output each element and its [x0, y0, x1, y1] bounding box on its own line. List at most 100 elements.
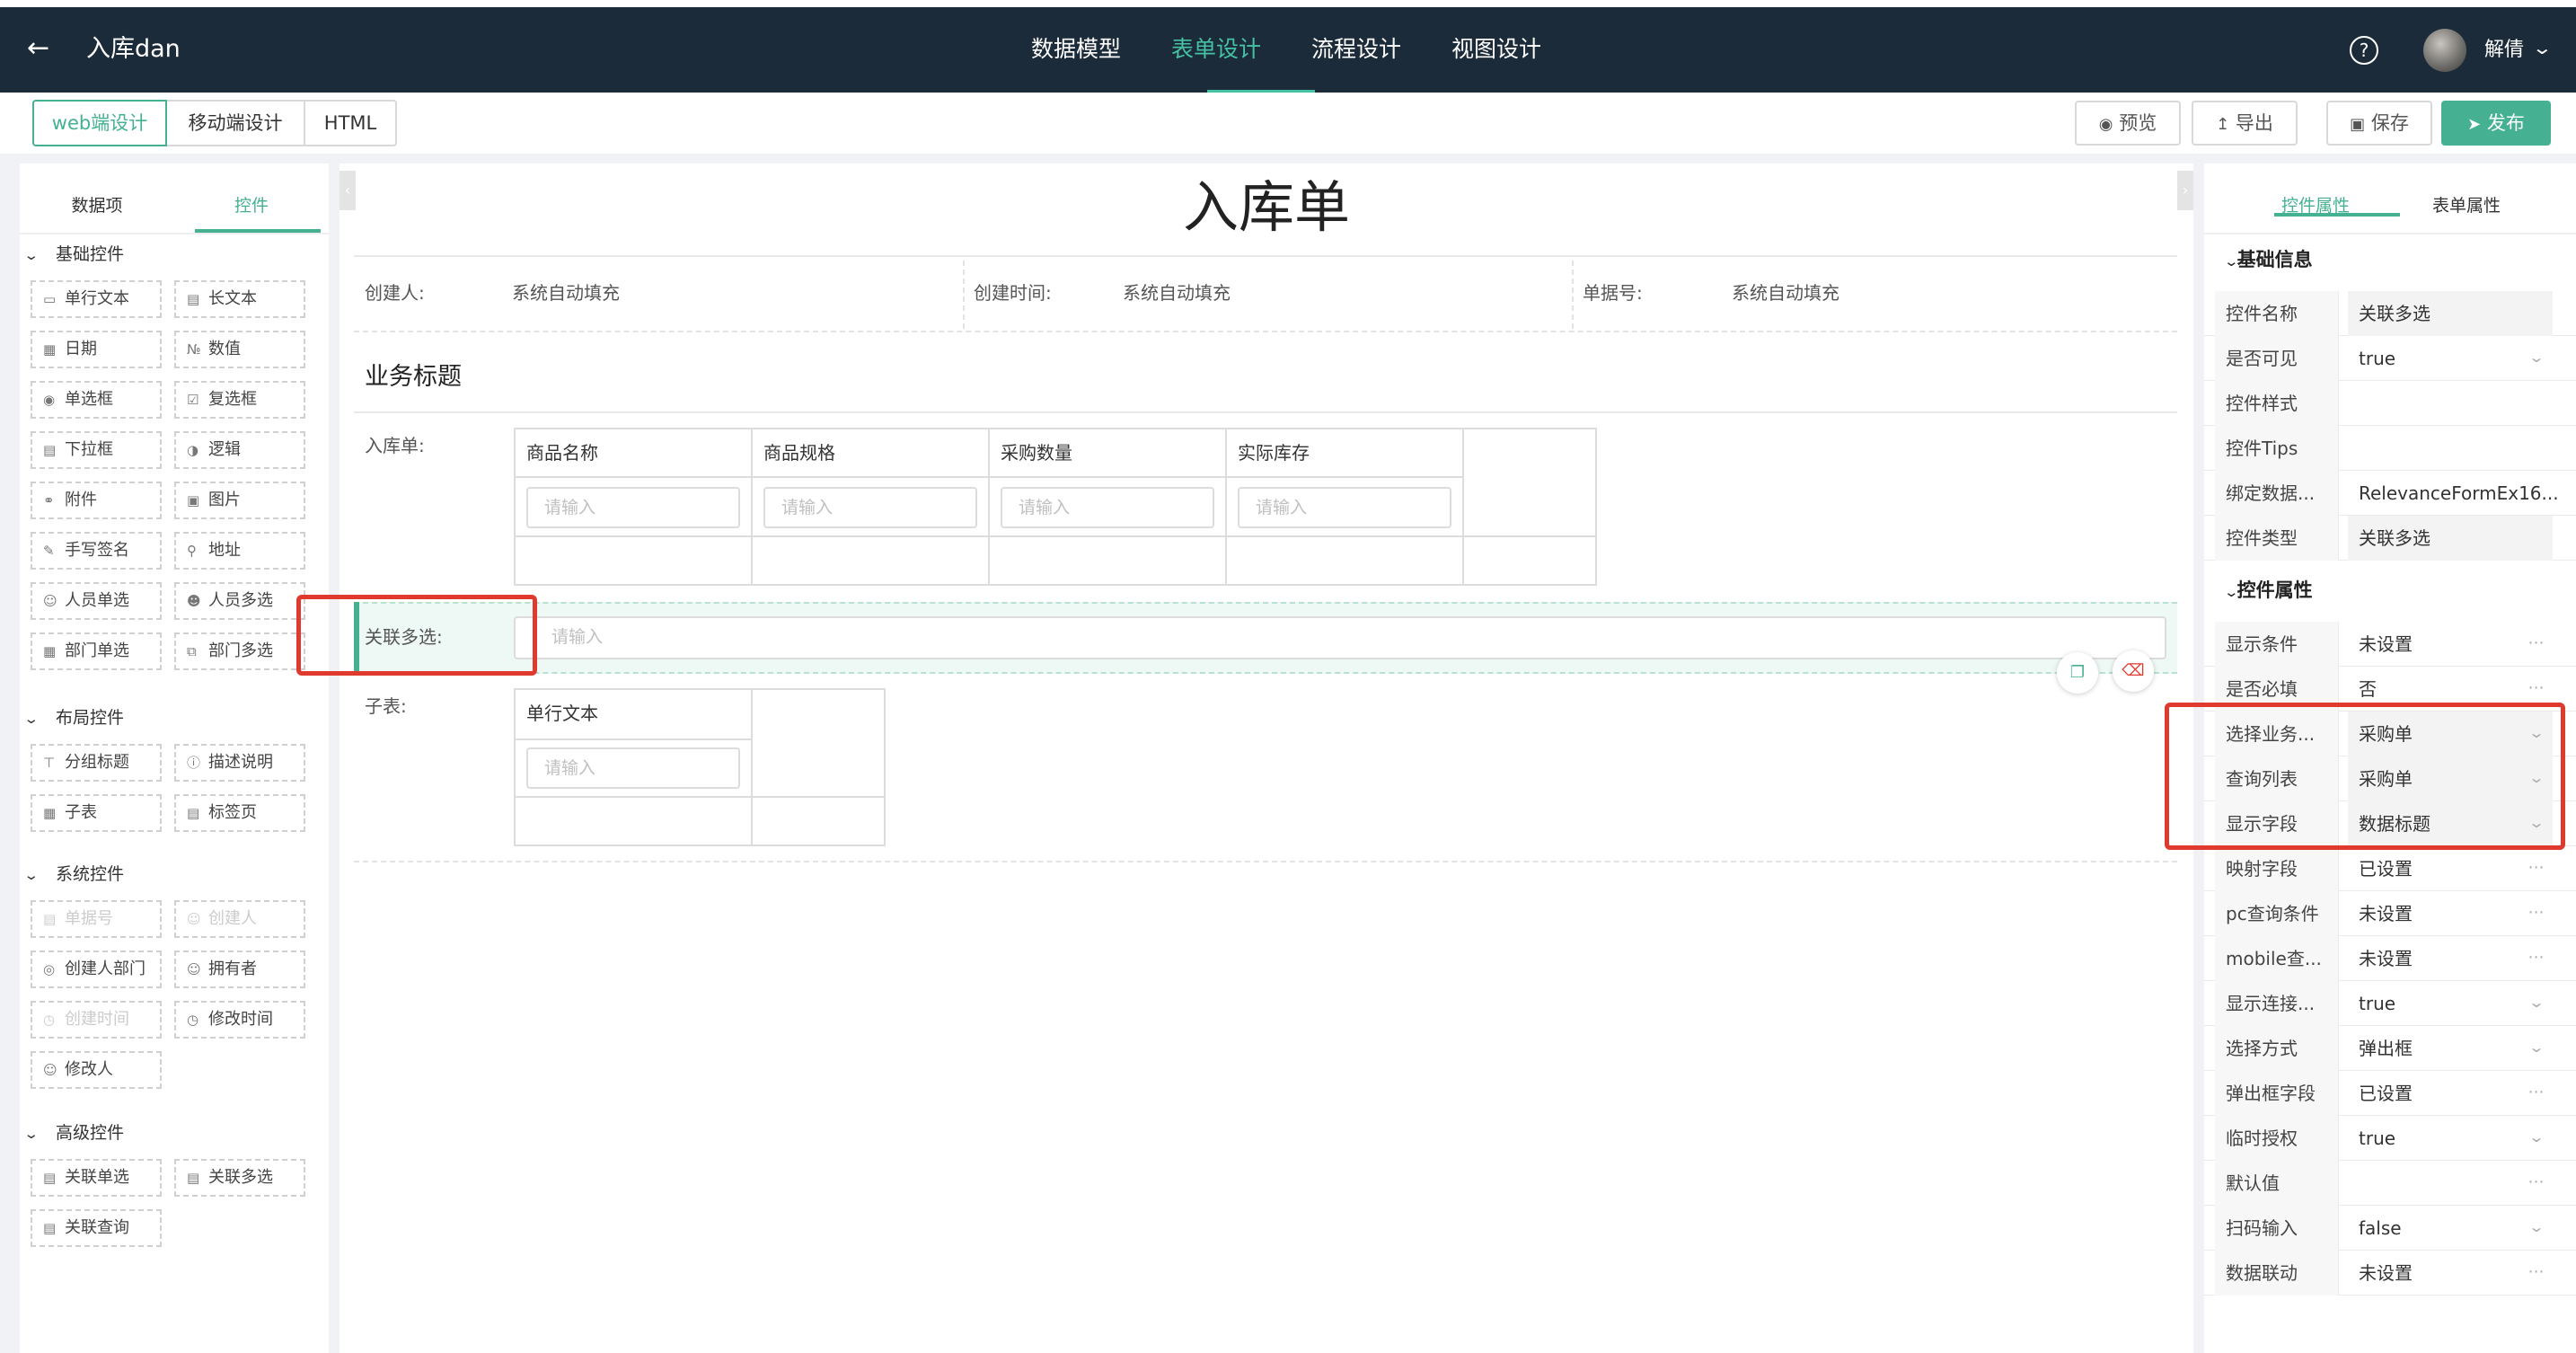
cell-input[interactable]: 请输入	[1238, 487, 1451, 528]
export-button[interactable]: ↥ 导出	[2192, 101, 2298, 146]
control-user-multi[interactable]: ☻ 人员多选	[174, 582, 305, 620]
prop-row[interactable]: 显示条件 未设置 ⋯	[2204, 622, 2576, 667]
group-basic[interactable]: ⌄ 基础控件	[23, 243, 124, 267]
tab-controls[interactable]: 控件	[174, 180, 329, 232]
prop-row[interactable]: 显示连接... true ⌄	[2204, 981, 2576, 1026]
control-long-text[interactable]: ▤ 长文本	[174, 280, 305, 318]
chevron-down-icon[interactable]: ⌄	[2511, 1116, 2562, 1161]
control-radio[interactable]: ◉ 单选框	[31, 381, 162, 419]
control-dept-single[interactable]: ▦ 部门单选	[31, 632, 162, 670]
tab-form-props[interactable]: 表单属性	[2391, 180, 2542, 232]
control-signature[interactable]: ✎ 手写签名	[31, 532, 162, 570]
more-icon[interactable]: ⋯	[2519, 1251, 2554, 1296]
chevron-down-icon[interactable]: ⌄	[2532, 34, 2553, 61]
control-date[interactable]: ▦ 日期	[31, 331, 162, 368]
section-control-props[interactable]: ⌄控件属性	[2223, 577, 2312, 606]
control-subtable[interactable]: ▦ 子表	[31, 794, 162, 832]
control-description[interactable]: ⓘ 描述说明	[174, 744, 305, 782]
pen-icon: ✎	[43, 543, 55, 559]
more-icon[interactable]: ⋯	[2519, 846, 2554, 891]
mode-mobile-design[interactable]: 移动端设计	[165, 100, 305, 146]
control-modifier[interactable]: ☺ 修改人	[31, 1051, 162, 1089]
cell-input[interactable]: 请输入	[763, 487, 977, 528]
collapse-right-handle[interactable]: ›	[2177, 171, 2193, 210]
prop-row[interactable]: mobile查... 未设置 ⋯	[2204, 936, 2576, 981]
question-icon: ⓘ	[187, 755, 201, 771]
control-dept-multi[interactable]: ⧉ 部门多选	[174, 632, 305, 670]
group-advanced[interactable]: ⌄ 高级控件	[23, 1121, 124, 1145]
preview-button[interactable]: ◉ 预览	[2075, 101, 2181, 146]
mode-html[interactable]: HTML	[304, 100, 397, 146]
prop-row[interactable]: 控件类型 关联多选	[2204, 516, 2576, 561]
prop-row[interactable]: pc查询条件 未设置 ⋯	[2204, 891, 2576, 936]
prop-row[interactable]: 选择方式 弹出框 ⌄	[2204, 1026, 2576, 1071]
group-system[interactable]: ⌄ 系统控件	[23, 862, 125, 887]
user-name[interactable]: 解倩	[2484, 37, 2524, 64]
clock-icon: ◷	[43, 1012, 56, 1028]
nav-tab-view-design[interactable]: 视图设计	[1451, 34, 1541, 65]
control-address[interactable]: ⚲ 地址	[174, 532, 305, 570]
relation-field-input[interactable]: 请输入	[514, 616, 2166, 659]
control-relation-multi[interactable]: ▤ 关联多选	[174, 1159, 305, 1197]
arrow-left-icon[interactable]: ←	[27, 32, 49, 65]
prop-row[interactable]: 数据联动 未设置 ⋯	[2204, 1251, 2576, 1296]
control-relation-query[interactable]: ▤ 关联查询	[31, 1209, 162, 1247]
chevron-down-icon[interactable]: ⌄	[2511, 1206, 2562, 1251]
control-single-text[interactable]: ▭ 单行文本	[31, 280, 162, 318]
prop-row[interactable]: 控件样式	[2204, 381, 2576, 426]
control-owner[interactable]: ☺ 拥有者	[174, 951, 305, 988]
control-dropdown[interactable]: ▤ 下拉框	[31, 431, 162, 469]
save-button[interactable]: ▣ 保存	[2326, 101, 2432, 146]
prop-row[interactable]: 是否可见 true ⌄	[2204, 336, 2576, 381]
chevron-down-icon[interactable]: ⌄	[2511, 981, 2562, 1026]
control-user-single[interactable]: ☺ 人员单选	[31, 582, 162, 620]
question-circle-icon[interactable]: ?	[2350, 36, 2378, 65]
collapse-left-handle[interactable]: ‹	[340, 171, 356, 210]
more-icon[interactable]: ⋯	[2519, 936, 2554, 981]
more-icon[interactable]: ⋯	[2519, 1071, 2554, 1116]
avatar[interactable]	[2423, 29, 2466, 72]
cell-input[interactable]: 请输入	[526, 747, 740, 789]
prop-key: mobile查...	[2215, 936, 2339, 981]
control-creator[interactable]: ☺ 创建人	[174, 900, 305, 938]
prop-row[interactable]: 映射字段 已设置 ⋯	[2204, 846, 2576, 891]
prop-row[interactable]: 扫码输入 false ⌄	[2204, 1206, 2576, 1251]
mode-web-design[interactable]: web端设计	[32, 100, 167, 146]
control-attachment[interactable]: ⚭ 附件	[31, 482, 162, 519]
prop-row[interactable]: 控件Tips	[2204, 426, 2576, 471]
control-doc-number[interactable]: ▤ 单据号	[31, 900, 162, 938]
section-basic-info[interactable]: ⌄基础信息	[2223, 246, 2312, 275]
control-relation-single[interactable]: ▤ 关联单选	[31, 1159, 162, 1197]
nav-tab-process-design[interactable]: 流程设计	[1311, 34, 1401, 65]
trash-icon[interactable]: ⌫	[2113, 650, 2154, 692]
nav-tab-data-model[interactable]: 数据模型	[1031, 34, 1121, 65]
control-create-time[interactable]: ◷ 创建时间	[31, 1001, 162, 1039]
copy-icon[interactable]: ❐	[2057, 652, 2098, 694]
control-tabs[interactable]: ▤ 标签页	[174, 794, 305, 832]
control-image[interactable]: ▣ 图片	[174, 482, 305, 519]
prop-row[interactable]: 弹出框字段 已设置 ⋯	[2204, 1071, 2576, 1116]
more-icon[interactable]: ⋯	[2519, 622, 2554, 667]
group-layout[interactable]: ⌄ 布局控件	[23, 706, 124, 730]
control-checkbox[interactable]: ☑ 复选框	[174, 381, 305, 419]
chevron-down-icon[interactable]: ⌄	[2511, 336, 2562, 381]
more-icon[interactable]: ⋯	[2519, 1161, 2554, 1206]
chevron-down-icon[interactable]: ⌄	[2511, 1026, 2562, 1071]
control-number[interactable]: № 数值	[174, 331, 305, 368]
control-logic[interactable]: ◑ 逻辑	[174, 431, 305, 469]
control-modify-time[interactable]: ◷ 修改时间	[174, 1001, 305, 1039]
nav-tab-form-design[interactable]: 表单设计	[1171, 34, 1261, 65]
control-group-title[interactable]: ⊤ 分组标题	[31, 744, 162, 782]
prop-row[interactable]: 临时授权 true ⌄	[2204, 1116, 2576, 1161]
tab-control-props[interactable]: 控件属性	[2240, 180, 2391, 232]
cell-input[interactable]: 请输入	[1001, 487, 1214, 528]
tab-data-items[interactable]: 数据项	[20, 180, 174, 232]
prop-row[interactable]: 控件名称 关联多选	[2204, 291, 2576, 336]
prop-row[interactable]: 默认值 ⋯	[2204, 1161, 2576, 1206]
prop-row[interactable]: 绑定数据... RelevanceFormEx16...	[2204, 471, 2576, 516]
control-creator-dept[interactable]: ◎ 创建人部门	[31, 951, 162, 988]
publish-button[interactable]: ➤ 发布	[2441, 101, 2551, 146]
group-title: 系统控件	[56, 864, 125, 884]
cell-input[interactable]: 请输入	[526, 487, 740, 528]
more-icon[interactable]: ⋯	[2519, 891, 2554, 936]
